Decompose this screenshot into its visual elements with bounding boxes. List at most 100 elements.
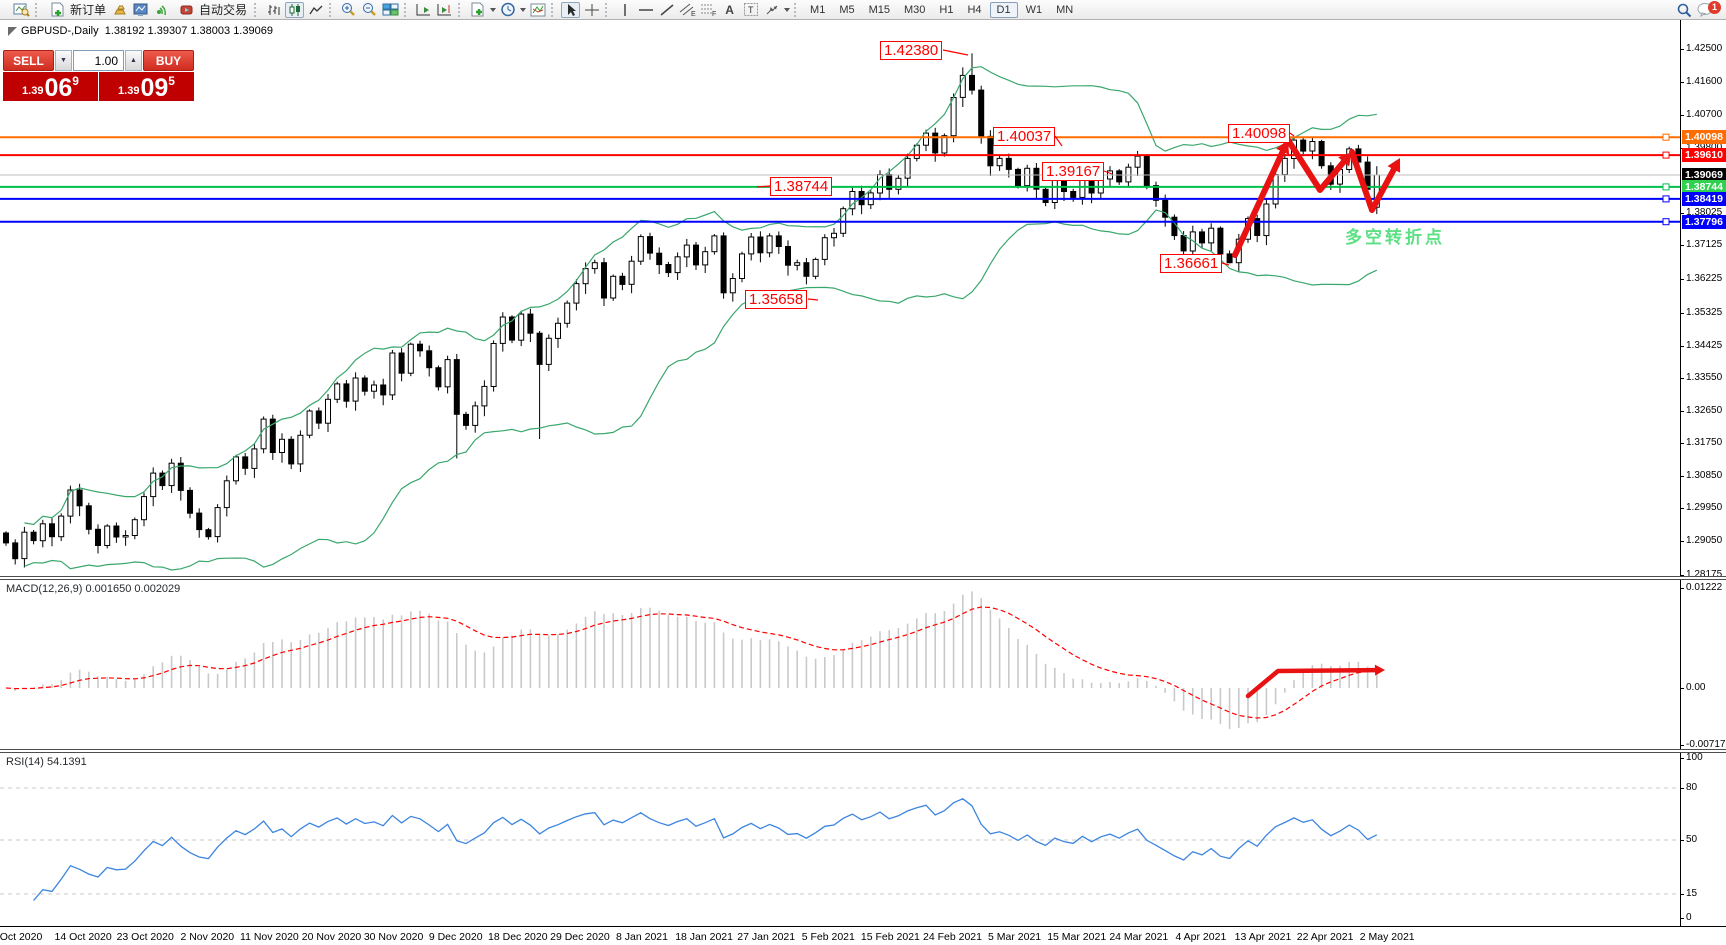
date-label: Oct 2020 [0,931,42,943]
axis-tick-label: 1.36225 [1686,273,1722,284]
line-chart-icon[interactable] [306,2,325,18]
chart-canvas[interactable] [0,20,1680,926]
axis-tick-dash [1681,758,1684,759]
date-label: 15 Feb 2021 [861,931,920,943]
axis-tick-dash [1681,411,1684,412]
tile-windows-icon[interactable] [381,2,400,18]
arrows-dropdown-caret[interactable] [784,8,790,12]
zoom-out-icon[interactable] [360,2,379,18]
clipped-window-icon[interactable] [3,2,10,18]
axis-tick-label: 1.34425 [1686,340,1722,351]
callout-tail [943,50,968,55]
sell-button[interactable]: SELL [3,50,54,71]
hline-handle[interactable] [1663,184,1669,190]
date-label: 23 Oct 2020 [117,931,174,943]
date-label: 18 Dec 2020 [488,931,548,943]
candlestick-chart-icon[interactable] [285,2,304,18]
toolbar-grip[interactable] [35,3,39,17]
timeframe-m1[interactable]: M1 [804,3,831,17]
one-click-trading-panel: SELL ▼ 1.00 ▲ BUY 1.39 06 9 1.39 09 5 [3,50,194,101]
signal-icon[interactable] [153,2,172,18]
chart-shift-icon[interactable] [435,2,454,18]
auto-trading-label: 自动交易 [199,1,247,18]
hline-handle[interactable] [1663,152,1669,158]
toolbar-grip[interactable] [794,3,798,17]
candles-layer [4,53,1380,567]
timeframe-m5[interactable]: M5 [833,3,860,17]
hline-handle[interactable] [1663,196,1669,202]
timeframe-m15[interactable]: M15 [863,3,896,17]
auto-scroll-icon[interactable] [414,2,433,18]
price-axis[interactable]: 1.425001.416001.407001.398001.380251.371… [1680,20,1726,926]
toolbar-grip[interactable] [551,3,555,17]
hline-handle[interactable] [1663,219,1669,225]
new-order-icon [48,2,67,18]
bar-chart-icon[interactable] [264,2,283,18]
axis-tick-dash [1681,840,1684,841]
new-template-icon[interactable] [468,2,487,18]
indicators-icon[interactable] [528,2,547,18]
price-callout-1.39167[interactable]: 1.39167 [1042,162,1104,181]
price-callout-1.36661[interactable]: 1.36661 [1160,254,1222,273]
text-tool-icon[interactable]: A [720,2,739,18]
axis-tick-dash [1681,918,1684,919]
new-order-button[interactable]: 新订单 [45,1,109,19]
buy-button[interactable]: BUY [143,50,194,71]
timeframe-w1[interactable]: W1 [1020,3,1049,17]
chat-icon[interactable]: 1 [1696,2,1715,18]
volume-input[interactable]: 1.00 [73,50,124,71]
volume-up-button[interactable]: ▲ [125,50,142,71]
arrow-objects-icon[interactable] [762,2,781,18]
price-callout-1.35658[interactable]: 1.35658 [745,290,807,309]
sell-price-display[interactable]: 1.39 06 9 [3,72,99,101]
auto-trading-button[interactable]: 自动交易 [174,1,250,19]
buy-price-display[interactable]: 1.39 09 5 [99,72,194,101]
toolbar-grip[interactable] [605,3,609,17]
toolbar: 新订单 自动交易 E F A T [0,0,1726,20]
toolbar-grip[interactable] [254,3,258,17]
equidistant-channel-tool-icon[interactable]: E [678,2,697,18]
date-axis[interactable]: Oct 202014 Oct 202023 Oct 20202 Nov 2020… [0,926,1726,945]
volume-down-button[interactable]: ▼ [55,50,72,71]
price-callout-1.42380[interactable]: 1.42380 [880,41,942,60]
timeframe-mn[interactable]: MN [1050,3,1079,17]
vertical-line-tool-icon[interactable] [615,2,634,18]
toolbar-grip[interactable] [458,3,462,17]
axis-tick-dash [1681,688,1684,689]
crosshair-tool-icon[interactable] [582,2,601,18]
timeframe-h4[interactable]: H4 [961,3,987,17]
price-callout-1.40098[interactable]: 1.40098 [1228,124,1290,143]
timeframe-m30[interactable]: M30 [898,3,931,17]
price-callout-1.40037[interactable]: 1.40037 [993,127,1055,146]
toolbar-grip[interactable] [404,3,408,17]
timeframe-h1[interactable]: H1 [933,3,959,17]
chart-profile-icon[interactable] [12,2,31,18]
fibo-tool-letter: F [712,11,716,17]
toolbar-grip[interactable] [329,3,333,17]
axis-tick-dash [1681,443,1684,444]
fibonacci-tool-icon[interactable]: F [699,2,718,18]
turning-point-label[interactable]: 多空转折点 [1345,223,1445,248]
text-label-tool-icon[interactable]: T [741,2,760,18]
buy-price-big: 09 [140,78,168,99]
price-callout-1.38744[interactable]: 1.38744 [770,177,832,196]
trendline-tool-icon[interactable] [657,2,676,18]
cursor-tool-icon[interactable] [561,2,580,18]
search-icon[interactable] [1675,2,1694,18]
period-dropdown-caret[interactable] [520,8,526,12]
rsi-panel-separator[interactable] [0,749,1726,753]
template-dropdown-caret[interactable] [490,8,496,12]
period-clock-icon[interactable] [498,2,517,18]
trend-arrow[interactable] [1288,140,1344,190]
date-label: 29 Dec 2020 [550,931,610,943]
horizontal-line-tool-icon[interactable] [636,2,655,18]
sell-price-sup: 9 [72,74,79,88]
market-watch-icon[interactable] [132,2,151,18]
date-label: 30 Nov 2020 [364,931,424,943]
axis-tick-label: 100 [1686,752,1703,763]
hline-handle[interactable] [1663,134,1669,140]
macd-panel-separator[interactable] [0,576,1726,580]
zoom-in-icon[interactable] [339,2,358,18]
gold-icon[interactable] [111,2,130,18]
timeframe-d1[interactable]: D1 [990,2,1018,18]
